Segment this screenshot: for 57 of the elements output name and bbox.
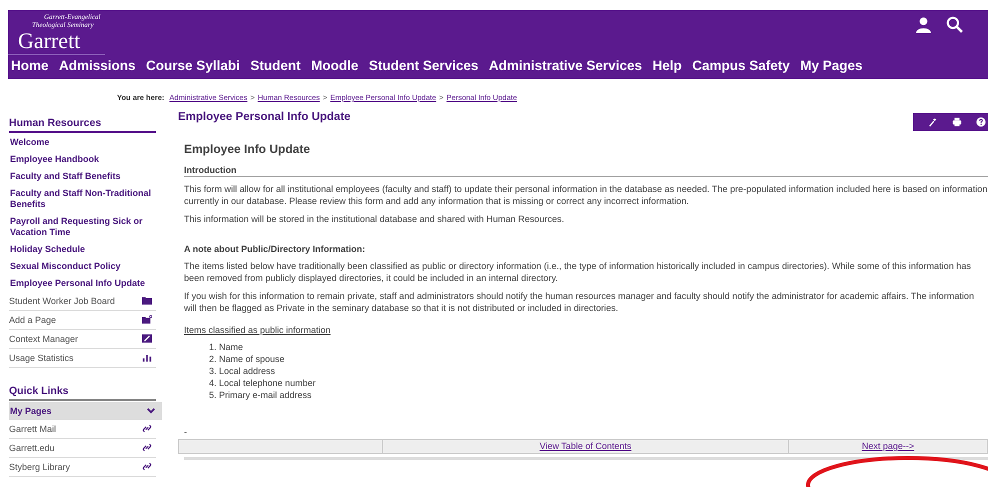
folder-icon (142, 296, 152, 304)
list-item: 3. Local address (209, 365, 276, 377)
quick-link[interactable]: My Pages (9, 402, 162, 420)
nav-link[interactable]: Student (250, 58, 301, 73)
paragraph: If you wish for this information to remain private, staff and administrators should notify the human resources manager and faculty should notify the administrator for academic affairs. The information will then be flagged as Private in the seminary database so that it is not distributed or included in directories. (184, 290, 976, 314)
list-item: 5. Primary e-mail address (209, 389, 312, 401)
form-title: Employee Info Update (184, 142, 312, 156)
sidebar-item[interactable]: Context Manager (9, 330, 156, 349)
sidebar-item[interactable]: Payroll and Requesting Sick or Vacation Time (9, 213, 156, 241)
paragraph: The items listed below have traditionally been classified as public or directory information (i.e., the type of information historically included in campus directories). While some of this information has been removed from publicly displayed directories, it could be included in an internal directory. (184, 260, 972, 284)
sidebar-item[interactable]: Holiday Schedule (9, 241, 156, 258)
paragraph: This form will allow for all institutional employees (faculty and staff) to update their personal information in the database as needed. The pre-populated information included here is based on information currently in our database. Please review this form and add any information that is missing or correct any incorrect information. (184, 183, 988, 207)
quick-link[interactable]: Garrett.edu (9, 439, 156, 458)
sidebar-item[interactable]: Faculty and Staff Non-Traditional Benefits (9, 185, 156, 213)
print-icon[interactable] (952, 117, 962, 127)
list-item: 2. Name of spouse (209, 353, 285, 365)
help-icon[interactable] (976, 117, 986, 127)
list-heading: Items classified as public information (184, 325, 331, 335)
folder-plus-icon (142, 314, 152, 324)
list-item: 4. Local telephone number (209, 377, 316, 389)
nav-link[interactable]: Course Syllabi (146, 58, 240, 73)
chevron-down-icon (146, 406, 156, 415)
pager-link[interactable]: Next page--> (862, 441, 914, 451)
nav-link[interactable]: Admissions (59, 58, 136, 73)
nav-link[interactable]: Help (652, 58, 682, 73)
nav-link[interactable]: Campus Safety (692, 58, 790, 73)
link-icon (142, 462, 152, 470)
page-title: Employee Personal Info Update (178, 111, 351, 123)
sidebar-item[interactable]: Employee Personal Info Update (9, 275, 156, 292)
sidebar-item[interactable]: Faculty and Staff Benefits (9, 168, 156, 185)
nav-link[interactable]: My Pages (800, 58, 863, 73)
wrench-icon[interactable] (928, 117, 938, 127)
sidebar-item[interactable]: Employee Handbook (9, 151, 156, 168)
section-heading: Introduction (184, 165, 988, 177)
link-icon (142, 424, 152, 432)
nav-link[interactable]: Student Services (368, 58, 478, 73)
search-icon[interactable] (946, 16, 963, 33)
sidebar-item[interactable]: Welcome (9, 134, 156, 151)
note-heading: A note about Public/Directory Information: (184, 244, 366, 254)
nav-link[interactable]: Home (11, 58, 49, 73)
sidebar-item[interactable]: Sexual Misconduct Policy (9, 258, 156, 275)
paragraph: This information will be stored in the institutional database and shared with Human Resources. (184, 213, 566, 225)
edit-icon (142, 334, 152, 342)
link-icon (142, 442, 152, 452)
list-item: 1. Name (209, 341, 244, 353)
sidebar-title: Human Resources (9, 111, 156, 133)
bar-chart-icon (142, 352, 152, 362)
sidebar-item[interactable]: Add a Page (9, 311, 156, 330)
quick-link[interactable]: Garrett Mail (9, 420, 156, 439)
sidebar-item[interactable]: Student Worker Job Board (9, 292, 156, 311)
dash-text: - (184, 427, 188, 437)
quick-link[interactable]: Styberg Library (9, 458, 156, 477)
nav-link[interactable]: Moodle (311, 58, 358, 73)
pager-link[interactable]: View Table of Contents (540, 441, 632, 451)
nav-link[interactable]: Administrative Services (488, 58, 642, 73)
user-icon[interactable] (915, 16, 932, 33)
sidebar-item[interactable]: Usage Statistics (9, 349, 156, 368)
